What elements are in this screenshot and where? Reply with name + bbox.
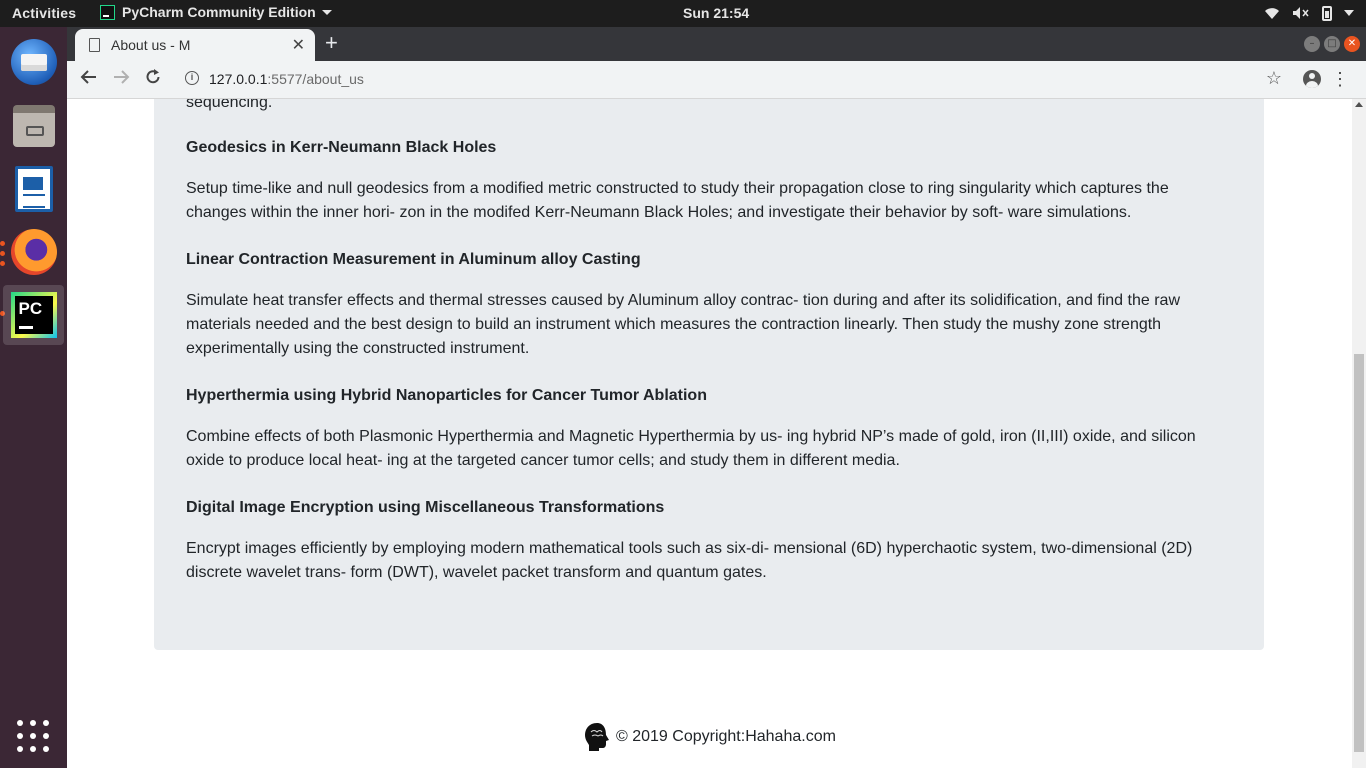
project-description: Simulate heat transfer effects and therm… [186, 292, 1180, 357]
browser-tab-strip: About us - M ✕ + – □ ✕ [67, 27, 1366, 61]
system-tray[interactable] [1264, 4, 1354, 22]
project-description: Combine effects of both Plasmonic Hypert… [186, 428, 1196, 469]
back-button[interactable] [78, 68, 100, 90]
battery-icon [1322, 5, 1332, 21]
page-viewport: sequencing. Geodesics in Kerr-Neumann Bl… [67, 99, 1352, 768]
reload-button[interactable] [142, 68, 164, 90]
copyright-text: © 2019 Copyright:Hahaha.com [616, 728, 836, 745]
arrow-left-icon [80, 70, 96, 84]
app-menu-label: PyCharm Community Edition [122, 4, 316, 20]
projects-card: sequencing. Geodesics in Kerr-Neumann Bl… [154, 99, 1264, 650]
app-menu[interactable]: PyCharm Community Edition [100, 4, 332, 20]
tray-menu-caret-icon [1344, 10, 1354, 16]
window-controls: – □ ✕ [1304, 36, 1360, 52]
browser-toolbar: i 127.0.0.1:5577/about_us ☆ ⋮ [67, 61, 1366, 99]
page-footer: © 2019 Copyright:Hahaha.com [584, 722, 836, 752]
project-description: Encrypt images efficiently by employing … [186, 540, 1193, 581]
close-tab-icon[interactable]: ✕ [292, 35, 305, 55]
show-applications-button[interactable] [17, 720, 49, 752]
page-scrollbar[interactable] [1352, 99, 1366, 768]
project-title: Digital Image Encryption using Miscellan… [186, 499, 665, 516]
page-icon [89, 38, 100, 52]
forward-button[interactable] [110, 68, 132, 90]
url-path: :5577/about_us [267, 71, 364, 87]
browser-menu-icon[interactable]: ⋮ [1331, 69, 1349, 89]
firefox-icon [10, 229, 57, 275]
maximize-button[interactable]: □ [1324, 36, 1340, 52]
system-top-bar: Activities PyCharm Community Edition Sun… [0, 0, 1366, 27]
arrow-right-icon [114, 70, 130, 84]
head-brain-logo-icon [585, 723, 609, 751]
minimize-button[interactable]: – [1304, 36, 1320, 52]
url-host: 127.0.0.1 [209, 71, 268, 87]
previous-project-tail: sequencing. [186, 99, 273, 111]
dock: PC [0, 27, 67, 768]
dock-libreoffice-writer[interactable] [3, 159, 64, 219]
activities-button[interactable]: Activities [12, 5, 76, 21]
thunderbird-icon [10, 39, 57, 85]
tab-about-us[interactable]: About us - M ✕ [75, 29, 315, 61]
profile-avatar-icon[interactable] [1303, 70, 1321, 88]
project-description: Setup time-like and null geodesics from … [186, 180, 1169, 221]
project-title: Hyperthermia using Hybrid Nanoparticles … [186, 387, 707, 404]
address-bar[interactable]: 127.0.0.1:5577/about_us [209, 71, 364, 87]
files-icon [12, 105, 55, 147]
libreoffice-writer-icon [14, 166, 53, 212]
dock-pycharm[interactable]: PC [3, 285, 64, 345]
tab-title: About us - M [111, 37, 191, 53]
wifi-icon [1265, 8, 1279, 19]
scrollbar-thumb[interactable] [1354, 354, 1364, 752]
clock[interactable]: Sun 21:54 [683, 5, 749, 21]
volume-muted-icon [1293, 7, 1309, 19]
pycharm-small-icon [100, 4, 115, 20]
chevron-down-icon [321, 9, 332, 15]
project-title: Geodesics in Kerr-Neumann Black Holes [186, 139, 497, 156]
bookmark-star-icon[interactable]: ☆ [1266, 68, 1282, 89]
reload-icon [146, 69, 160, 84]
dock-firefox[interactable] [3, 222, 64, 282]
project-title: Linear Contraction Measurement in Alumin… [186, 251, 641, 268]
site-info-icon[interactable]: i [185, 71, 199, 85]
dock-thunderbird[interactable] [3, 32, 64, 92]
pycharm-icon: PC [10, 292, 57, 338]
scroll-up-arrow-icon[interactable] [1355, 102, 1363, 107]
new-tab-button[interactable]: + [325, 31, 338, 55]
close-window-button[interactable]: ✕ [1344, 36, 1360, 52]
dock-files[interactable] [3, 96, 64, 156]
